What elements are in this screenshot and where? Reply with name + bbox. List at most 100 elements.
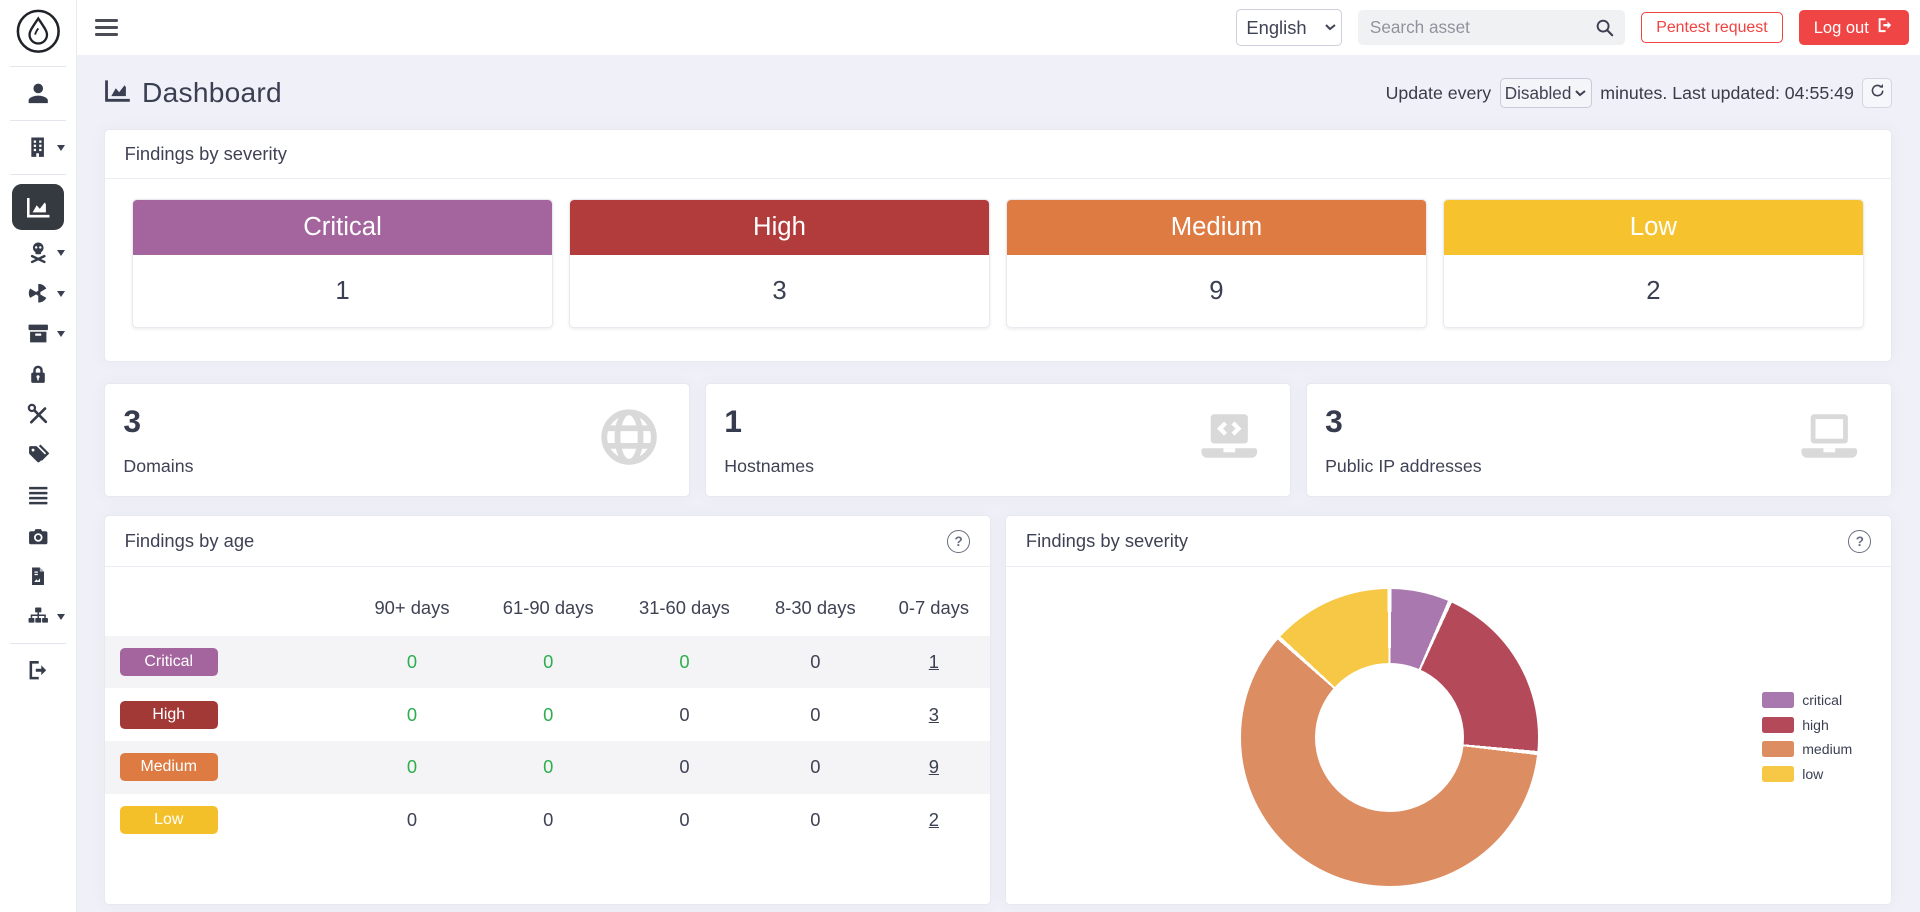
language-select[interactable]: English: [1236, 9, 1341, 46]
radiation-icon: [26, 281, 50, 305]
question-circle-icon[interactable]: ?: [947, 530, 970, 553]
sidebar-item-system[interactable]: [9, 596, 68, 636]
sidebar-item-vault[interactable]: [9, 354, 68, 394]
sidebar-item-tasks[interactable]: [9, 475, 68, 515]
severity-card-count: 3: [570, 255, 989, 327]
magnifier-icon[interactable]: [1594, 17, 1615, 44]
age-cell: 0: [480, 741, 616, 794]
legend-item-critical[interactable]: critical: [1762, 692, 1852, 708]
stat-card-hostnames: 1 Hostnames: [705, 383, 1291, 497]
chart-body: critical high medium low: [1006, 567, 1891, 906]
tags-icon: [26, 442, 50, 466]
table-row-critical: Critical 0 0 0 0 1: [105, 636, 990, 689]
page-header: Dashboard Update every Disabled minutes.…: [104, 71, 1892, 115]
sidebar-item-tools[interactable]: [9, 394, 68, 434]
legend-label: high: [1802, 717, 1829, 733]
drop-circle-logo-icon: [15, 8, 62, 61]
globe-icon: [596, 404, 662, 476]
age-cell-link[interactable]: 1: [878, 636, 989, 689]
age-cell: 0: [753, 794, 879, 847]
legend-item-high[interactable]: high: [1762, 717, 1852, 733]
severity-donut-chart[interactable]: [1241, 589, 1537, 885]
stat-label: Hostnames: [724, 456, 814, 477]
severity-card-header: Medium: [1007, 200, 1426, 255]
refresh-icon: [1869, 82, 1886, 104]
sidebar-item-logout[interactable]: [9, 650, 68, 690]
legend-label: critical: [1802, 692, 1842, 708]
report-icon: [27, 564, 49, 588]
logout-button[interactable]: Log out: [1799, 10, 1909, 46]
laptop-icon: [1795, 405, 1864, 475]
age-cell-link[interactable]: 9: [878, 741, 989, 794]
age-cell: 0: [480, 636, 616, 689]
legend-label: low: [1802, 766, 1823, 782]
severity-card-low[interactable]: Low 2: [1443, 199, 1864, 328]
severity-badge: High: [120, 701, 218, 729]
sidebar-item-dashboard[interactable]: [12, 184, 63, 231]
legend-swatch: [1762, 741, 1794, 757]
sidebar-item-organisation[interactable]: [9, 127, 68, 167]
severity-card-count: 9: [1007, 255, 1426, 327]
card-title: Findings by severity: [1026, 530, 1188, 552]
severity-card-count: 1: [133, 255, 552, 327]
card-title: Findings by age: [125, 530, 255, 552]
sidebar-item-profile[interactable]: [9, 73, 68, 113]
pentest-request-button[interactable]: Pentest request: [1641, 12, 1784, 44]
list-icon: [26, 483, 50, 507]
severity-card-medium[interactable]: Medium 9: [1006, 199, 1427, 328]
camera-icon: [26, 525, 50, 547]
chevron-down-icon: [57, 614, 65, 620]
legend-swatch: [1762, 766, 1794, 782]
age-cell-link[interactable]: 2: [878, 794, 989, 847]
sidebar-item-evidence[interactable]: [9, 515, 68, 555]
lock-icon: [27, 362, 49, 386]
chevron-down-icon: [57, 291, 65, 297]
question-circle-icon[interactable]: ?: [1848, 530, 1871, 553]
sidebar-divider: [10, 66, 66, 67]
age-cell: 0: [344, 794, 480, 847]
stats-row: 3 Domains 1 Hostnames: [104, 383, 1892, 497]
sign-out-icon: [1876, 16, 1894, 39]
sidebar-item-reports[interactable]: [9, 556, 68, 596]
age-cell-link[interactable]: 3: [878, 688, 989, 741]
table-row-high: High 0 0 0 0 3: [105, 688, 990, 741]
age-cell: 0: [616, 688, 752, 741]
sidebar-item-attacks[interactable]: [9, 273, 68, 313]
column-header: [105, 577, 344, 636]
age-cell: 0: [753, 636, 879, 689]
severity-card-critical[interactable]: Critical 1: [132, 199, 553, 328]
age-cell: 0: [344, 688, 480, 741]
search-input[interactable]: [1358, 17, 1625, 38]
app-logo[interactable]: [12, 9, 63, 60]
chart-area-icon: [104, 77, 131, 110]
sidebar-item-labels[interactable]: [9, 435, 68, 475]
findings-by-severity-summary-card: Findings by severity Critical 1 High 3 M…: [104, 129, 1892, 363]
column-header: 8-30 days: [753, 577, 879, 636]
sidebar-divider: [10, 120, 66, 121]
findings-by-severity-chart-card: Findings by severity ? critical: [1005, 515, 1892, 904]
update-interval-select[interactable]: Disabled: [1500, 78, 1592, 109]
table-row-low: Low 0 0 0 0 2: [105, 794, 990, 847]
age-cell: 0: [616, 636, 752, 689]
sidebar-item-vulnerabilities[interactable]: [9, 233, 68, 273]
update-every-label: Update every: [1386, 83, 1492, 104]
severity-card-count: 2: [1444, 255, 1863, 327]
page-title: Dashboard: [142, 77, 282, 109]
stat-value: 3: [1325, 404, 1482, 439]
stat-label: Public IP addresses: [1325, 456, 1482, 477]
legend-item-low[interactable]: low: [1762, 766, 1852, 782]
menu-toggle-button[interactable]: [95, 19, 117, 36]
age-cell: 0: [616, 794, 752, 847]
laptop-code-icon: [1195, 405, 1264, 475]
age-cell: 0: [344, 636, 480, 689]
last-updated-text: minutes. Last updated: 04:55:49: [1600, 83, 1854, 104]
sidebar-item-projects[interactable]: [9, 313, 68, 353]
age-cell: 0: [616, 741, 752, 794]
severity-card-header: Low: [1444, 200, 1863, 255]
legend-swatch: [1762, 717, 1794, 733]
refresh-button[interactable]: [1862, 78, 1891, 107]
severity-card-high[interactable]: High 3: [569, 199, 990, 328]
legend-item-medium[interactable]: medium: [1762, 741, 1852, 757]
age-cell: 0: [753, 741, 879, 794]
age-cell: 0: [480, 688, 616, 741]
